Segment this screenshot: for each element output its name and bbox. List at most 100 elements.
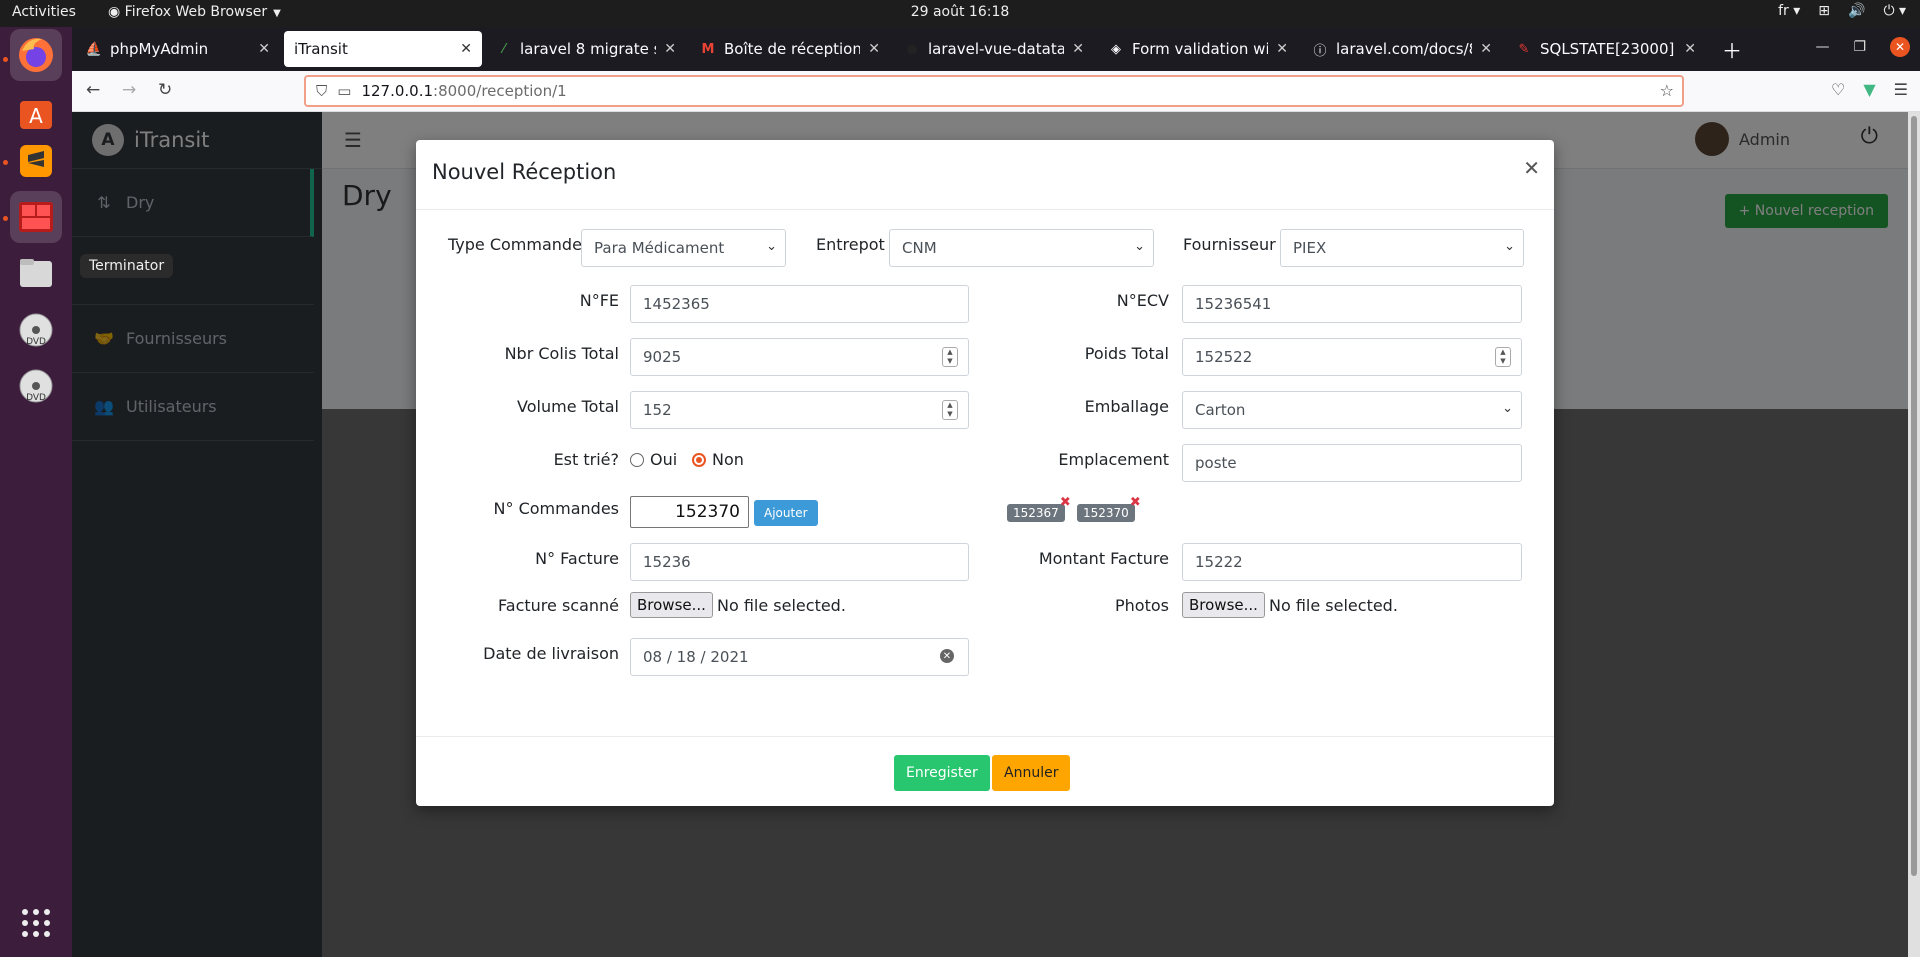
new-reception-modal: Nouvel Réception ✕ Type Commande Para Mé…: [416, 140, 1554, 806]
close-tab-icon[interactable]: ✕: [1072, 41, 1084, 57]
entrepot-select[interactable]: CNM ⌄: [889, 229, 1154, 267]
type-commande-label: Type Commande: [448, 235, 582, 254]
clock[interactable]: 29 août 16:18: [0, 4, 1920, 20]
tab-gmail[interactable]: M Boîte de réception - os ✕: [690, 31, 890, 67]
tab-sqlstate[interactable]: ✎ SQLSTATE[23000]: Inte ✕: [1506, 31, 1706, 67]
url-bar[interactable]: ⛉ ▭ 127.0.0.1:8000/reception/1 ☆: [304, 75, 1684, 107]
volume-icon[interactable]: 🔊: [1848, 3, 1865, 19]
tab-laravel-migrate[interactable]: ⁄ laravel 8 migrate speci ✕: [486, 31, 686, 67]
remove-tag-icon[interactable]: ✖: [1130, 495, 1141, 510]
add-commande-button[interactable]: Ajouter: [754, 500, 818, 526]
montant-label: Montant Facture: [1038, 549, 1169, 568]
files-icon[interactable]: [10, 247, 62, 299]
montant-value: 15222: [1195, 553, 1243, 571]
maximize-icon[interactable]: ❐: [1853, 39, 1866, 55]
close-tab-icon[interactable]: ✕: [664, 41, 676, 57]
commande-value: 152370: [675, 502, 740, 522]
emplacement-input[interactable]: poste: [1182, 444, 1522, 482]
software-center-icon[interactable]: A: [10, 85, 62, 137]
shield-icon: ⛉: [316, 82, 328, 100]
poids-label: Poids Total: [1084, 344, 1169, 363]
save-button[interactable]: Enregister: [894, 755, 990, 791]
caret-down-icon: ▼: [273, 8, 281, 19]
info-icon: ⓘ: [1313, 43, 1327, 59]
necv-input[interactable]: 15236541: [1182, 285, 1522, 323]
nbr-colis-input[interactable]: 9025 ▲ ▼: [630, 338, 969, 376]
dvd-icon[interactable]: DVD: [10, 360, 62, 412]
power-menu-icon[interactable]: ⏻ ▾: [1883, 3, 1906, 19]
firefox-dock-icon[interactable]: [10, 29, 62, 81]
photos-label: Photos: [1115, 596, 1169, 615]
facture-scanne-label: Facture scanné: [498, 596, 619, 615]
app-menu[interactable]: ◉ Firefox Web Browser ▼: [108, 4, 281, 20]
close-tab-icon[interactable]: ✕: [1684, 41, 1696, 57]
radio-non[interactable]: Non: [692, 450, 744, 469]
close-tab-icon[interactable]: ✕: [258, 41, 270, 57]
tab-label: Boîte de réception - os: [724, 40, 861, 58]
vue-devtools-icon[interactable]: ▼: [1863, 80, 1875, 99]
dvd-icon[interactable]: DVD: [10, 304, 62, 356]
nfe-input[interactable]: 1452365: [630, 285, 969, 323]
radio-oui[interactable]: Oui: [630, 450, 677, 469]
facture-browse-button[interactable]: Browse...: [630, 592, 713, 618]
bookmark-star-icon[interactable]: ☆: [1660, 81, 1674, 100]
page-scrollbar[interactable]: [1908, 112, 1920, 957]
tab-laravel-docs[interactable]: ⓘ laravel.com/docs/8.x/s ✕: [1302, 31, 1502, 67]
tab-github[interactable]: ● laravel-vue-datatable/ ✕: [894, 31, 1094, 67]
type-commande-select[interactable]: Para Médicament ⌄: [581, 229, 786, 267]
close-tab-icon[interactable]: ✕: [460, 41, 472, 57]
show-applications-icon[interactable]: [10, 897, 62, 949]
remove-tag-icon[interactable]: ✖: [1060, 495, 1071, 510]
montant-input[interactable]: 15222: [1182, 543, 1522, 581]
number-stepper[interactable]: ▲ ▼: [942, 347, 958, 367]
system-top-bar: Activities ◉ Firefox Web Browser ▼ 29 aoû…: [0, 0, 1920, 27]
back-icon[interactable]: ←: [86, 80, 100, 100]
forward-icon[interactable]: →: [122, 80, 136, 100]
close-tab-icon[interactable]: ✕: [1276, 41, 1288, 57]
number-stepper[interactable]: ▲ ▼: [942, 400, 958, 420]
photos-browse-button[interactable]: Browse...: [1182, 592, 1265, 618]
minimize-icon[interactable]: —: [1815, 39, 1829, 55]
poids-input[interactable]: 152522 ▲ ▼: [1182, 338, 1522, 376]
emballage-select[interactable]: Carton ⌄: [1182, 391, 1522, 429]
clear-date-icon[interactable]: ✕: [940, 649, 954, 663]
est-trie-label: Est trié?: [553, 450, 619, 469]
cancel-button[interactable]: Annuler: [992, 755, 1071, 791]
pocket-icon[interactable]: ♡: [1831, 80, 1845, 99]
tab-codepen[interactable]: ◈ Form validation with V ✕: [1098, 31, 1298, 67]
close-icon[interactable]: ✕: [1523, 156, 1540, 180]
menu-icon[interactable]: ☰: [1894, 80, 1908, 99]
network-icon[interactable]: ⊞: [1818, 3, 1830, 19]
tab-phpmyadmin[interactable]: ⛵ phpMyAdmin ✕: [76, 31, 280, 67]
app-menu-label: Firefox Web Browser: [124, 4, 268, 20]
number-stepper[interactable]: ▲ ▼: [1495, 347, 1511, 367]
web-page: A iTransit ⇅ Dry ▦ ts 🤝 Fournisseurs 👥 U…: [72, 112, 1920, 957]
tab-label: phpMyAdmin: [110, 40, 209, 58]
terminator-icon[interactable]: [10, 191, 62, 243]
commande-input[interactable]: 152370: [630, 496, 749, 528]
tab-itransit[interactable]: iTransit ✕: [284, 31, 482, 67]
github-icon: ●: [906, 41, 918, 57]
modal-title: Nouvel Réception: [432, 160, 617, 184]
svg-text:DVD: DVD: [26, 337, 46, 347]
close-tab-icon[interactable]: ✕: [868, 41, 880, 57]
date-livraison-input[interactable]: 08 / 18 / 2021 ✕: [630, 638, 969, 676]
fournisseur-label: Fournisseur: [1183, 235, 1276, 254]
volume-input[interactable]: 152 ▲ ▼: [630, 391, 969, 429]
volume-label: Volume Total: [517, 397, 619, 416]
language-indicator[interactable]: fr ▾: [1778, 3, 1800, 19]
chevron-down-icon: ⌄: [1504, 239, 1515, 254]
fournisseur-select[interactable]: PIEX ⌄: [1280, 229, 1524, 267]
facture-input[interactable]: 15236: [630, 543, 969, 581]
tab-label: laravel 8 migrate speci: [520, 40, 656, 58]
scrollbar-thumb[interactable]: [1911, 116, 1917, 876]
running-indicator: [3, 216, 8, 221]
page-icon: ▭: [337, 82, 352, 100]
system-tray[interactable]: fr ▾ ⊞ 🔊 ⏻ ▾: [1778, 3, 1906, 19]
reload-icon[interactable]: ↻: [158, 80, 172, 100]
new-tab-button[interactable]: ＋: [1712, 31, 1748, 67]
close-tab-icon[interactable]: ✕: [1480, 41, 1492, 57]
activities-button[interactable]: Activities: [12, 4, 76, 20]
window-close-icon[interactable]: ✕: [1890, 37, 1910, 57]
sublime-text-icon[interactable]: [10, 135, 62, 187]
